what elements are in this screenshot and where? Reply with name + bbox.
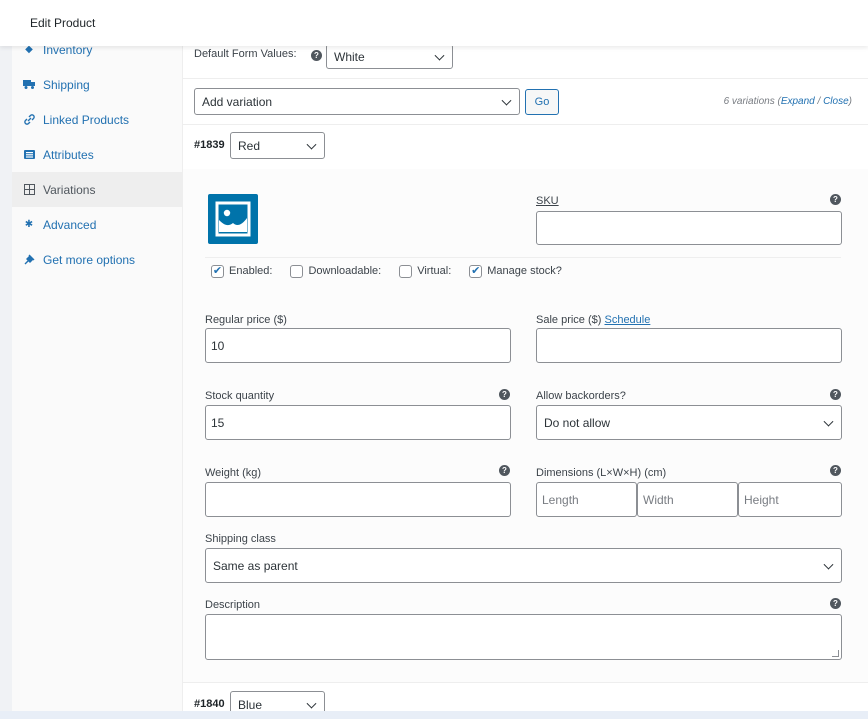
variation-options: ✔ Enabled: Downloadable: Virtual: ✔ Mana… xyxy=(211,264,562,278)
backorders-select[interactable]: Do not allow xyxy=(536,405,842,440)
description-label: Description xyxy=(205,599,261,611)
help-icon[interactable]: ? xyxy=(830,389,841,400)
divider xyxy=(205,257,841,258)
weight-input[interactable] xyxy=(205,482,511,517)
left-gutter xyxy=(0,46,12,719)
stock-quantity-input[interactable]: 15 xyxy=(205,405,511,440)
default-form-value-select[interactable]: White xyxy=(326,44,453,69)
backorders-label: Allow backorders? xyxy=(536,390,626,402)
plug-icon xyxy=(23,254,35,265)
product-data-tabs: ◆ Inventory Shipping Linked Products Att… xyxy=(12,30,183,719)
divider xyxy=(183,78,868,79)
weight-label: Weight (kg) xyxy=(205,467,262,479)
schedule-link[interactable]: Schedule xyxy=(604,314,650,326)
top-bar: Edit Product xyxy=(0,0,868,46)
page-title: Edit Product xyxy=(30,16,96,30)
grid-icon xyxy=(23,184,35,195)
link-icon xyxy=(23,114,35,125)
sidebar-item-attributes[interactable]: Attributes xyxy=(12,137,183,172)
help-icon[interactable]: ? xyxy=(311,50,322,61)
chevron-down-icon xyxy=(306,698,317,709)
variations-panel: Default Form Values: ? White Add variati… xyxy=(183,30,868,719)
image-icon xyxy=(215,201,251,237)
help-icon[interactable]: ? xyxy=(499,389,510,400)
add-variation-select[interactable]: Add variation xyxy=(194,88,520,115)
help-icon[interactable]: ? xyxy=(830,465,841,476)
chevron-down-icon xyxy=(823,559,834,570)
variation-image-upload[interactable] xyxy=(208,194,258,244)
chevron-down-icon xyxy=(306,139,317,150)
truck-icon xyxy=(23,80,35,89)
divider xyxy=(183,124,868,125)
sidebar-item-linked-products[interactable]: Linked Products xyxy=(12,102,183,137)
expand-link[interactable]: Expand xyxy=(781,96,815,107)
enabled-checkbox[interactable]: ✔ xyxy=(211,264,224,278)
sale-price-input[interactable] xyxy=(536,328,842,363)
width-input[interactable]: Width xyxy=(637,482,738,517)
variation-id: #1840 xyxy=(194,698,225,710)
help-icon[interactable]: ? xyxy=(830,598,841,609)
help-icon[interactable]: ? xyxy=(499,465,510,476)
variation-id: #1839 xyxy=(194,139,225,151)
gear-icon: ✱ xyxy=(24,219,34,230)
chevron-down-icon xyxy=(823,416,834,427)
description-textarea[interactable] xyxy=(205,614,842,660)
manage-stock-checkbox[interactable]: ✔ xyxy=(469,264,483,278)
dimensions-label: Dimensions (L×W×H) (cm) xyxy=(536,467,667,479)
regular-price-label: Regular price ($) xyxy=(205,314,287,326)
chevron-down-icon xyxy=(501,95,512,106)
virtual-checkbox[interactable] xyxy=(399,264,413,278)
length-input[interactable]: Length xyxy=(536,482,637,517)
height-input[interactable]: Height xyxy=(738,482,842,517)
help-icon[interactable]: ? xyxy=(830,194,841,205)
list-icon xyxy=(23,150,35,159)
stock-quantity-label: Stock quantity xyxy=(205,390,275,402)
variation-color-select[interactable]: Red xyxy=(230,132,325,159)
default-form-values-label: Default Form Values: xyxy=(194,48,297,60)
sku-input[interactable] xyxy=(536,211,842,245)
resize-handle[interactable] xyxy=(832,650,839,657)
close-link[interactable]: Close xyxy=(823,96,849,107)
sku-label: SKU xyxy=(536,195,559,207)
go-button[interactable]: Go xyxy=(525,89,559,115)
downloadable-checkbox[interactable] xyxy=(290,264,304,278)
variations-count: 6 variations (Expand / Close) xyxy=(723,96,852,107)
shipping-class-select[interactable]: Same as parent xyxy=(205,548,842,583)
sidebar-item-shipping[interactable]: Shipping xyxy=(12,67,183,102)
sidebar-item-advanced[interactable]: ✱ Advanced xyxy=(12,207,183,242)
bottom-strip xyxy=(0,711,868,719)
sidebar-item-variations[interactable]: Variations xyxy=(12,172,183,207)
sidebar-item-get-more-options[interactable]: Get more options xyxy=(12,242,183,277)
sale-price-label: Sale price ($) Schedule xyxy=(536,314,651,326)
divider xyxy=(183,682,868,683)
regular-price-input[interactable]: 10 xyxy=(205,328,511,363)
shipping-class-label: Shipping class xyxy=(205,533,276,545)
chevron-down-icon xyxy=(434,50,445,61)
